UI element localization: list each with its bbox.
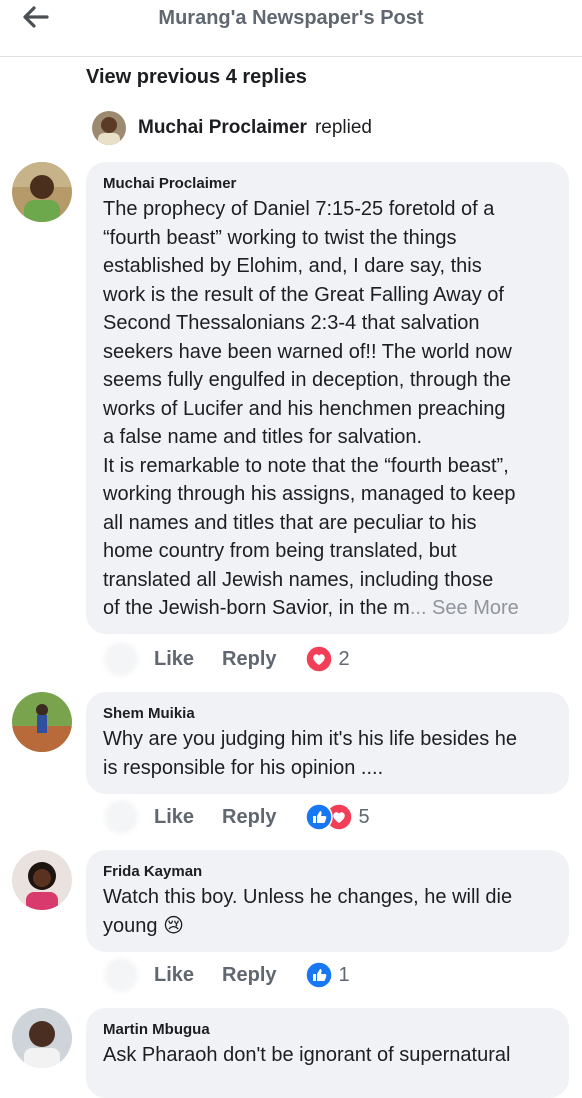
like-button[interactable]: Like (154, 648, 194, 671)
reaction-count: 2 (338, 647, 350, 670)
reply-button[interactable]: Reply (222, 806, 276, 829)
like-love-reactions-icon (304, 803, 353, 831)
comment-line-last: of the Jewish-born Savior, in the m... S… (103, 594, 552, 623)
comment-text: Why are you judging him it's his life be… (103, 725, 552, 782)
comment-text: The prophecy of Daniel 7:15-25 foretold … (103, 195, 552, 623)
comment-actions: Like Reply 5 (104, 800, 370, 834)
reply-button[interactable]: Reply (222, 648, 276, 671)
comment-line: seems fully engulfed in deception, throu… (103, 369, 512, 391)
comment-line: all names and titles that are peculiar t… (103, 511, 477, 534)
like-button[interactable]: Like (154, 964, 194, 987)
love-reaction-icon (304, 645, 333, 673)
comment-line: is responsible for his opinion .... (103, 756, 384, 779)
blurred-avatar (104, 642, 138, 676)
comment-line: The prophecy of Daniel 7:15-25 foretold … (103, 198, 495, 220)
comment-line: home country from being translated, but (103, 540, 457, 562)
comment-author[interactable]: Martin Mbugua (103, 1020, 552, 1040)
avatar[interactable] (12, 850, 72, 910)
comment-text: Watch this boy. Unless he changes, he wi… (103, 883, 552, 940)
comment-actions: Like Reply 2 (104, 642, 350, 676)
comment-author[interactable]: Muchai Proclaimer (103, 174, 552, 194)
view-previous-replies-link[interactable]: View previous 4 replies (86, 66, 307, 89)
blurred-avatar (104, 958, 138, 992)
comment-line-text: of the Jewish-born Savior, in the m (103, 597, 410, 619)
avatar[interactable] (12, 1008, 72, 1068)
comment-line: seekers have been warned of!! The world … (103, 340, 512, 363)
comment-line: Watch this boy. Unless he changes, he wi… (103, 886, 513, 908)
avatar[interactable] (12, 162, 72, 222)
see-more-link[interactable]: ... See More (410, 597, 519, 619)
reaction-count: 5 (358, 805, 370, 828)
comment-bubble: Martin Mbugua Ask Pharaoh don't be ignor… (86, 1008, 569, 1098)
reactions-summary[interactable]: 5 (304, 803, 370, 831)
reply-summary-verb: replied (314, 117, 372, 138)
like-reaction-icon (304, 961, 333, 989)
reply-summary[interactable]: Muchai Proclaimer replied (92, 110, 372, 146)
comment-line: Why are you judging him it's his life be… (103, 728, 518, 750)
page-title: Murang'a Newspaper's Post (158, 7, 424, 29)
reactions-summary[interactable]: 2 (304, 645, 350, 673)
comment-author[interactable]: Shem Muikia (103, 704, 552, 724)
avatar (92, 111, 126, 145)
comment-line: established by Elohim, and, I dare say, … (103, 255, 482, 277)
comment-line: work is the result of the Great Falling … (103, 283, 504, 306)
comment-bubble: Muchai Proclaimer The prophecy of Daniel… (86, 162, 569, 634)
blurred-avatar (104, 800, 138, 834)
comment-line: Ask Pharaoh don't be ignorant of superna… (103, 1044, 511, 1066)
comment-bubble: Shem Muikia Why are you judging him it's… (86, 692, 569, 794)
top-bar: Murang'a Newspaper's Post (0, 0, 582, 57)
comment-line: a false name and titles for salvation. (103, 426, 423, 448)
crying-face-emoji: 😢 (163, 914, 184, 937)
comment-line: translated all Jewish names, including t… (103, 568, 494, 591)
comment-line: working through his assigns, managed to … (103, 483, 516, 505)
comment-actions: Like Reply 1 (104, 958, 350, 992)
reply-button[interactable]: Reply (222, 964, 276, 987)
comment-line: It is remarkable to note that the “fourt… (103, 454, 509, 477)
comment-line-text: young (103, 914, 158, 937)
comment-line: works of Lucifer and his henchmen preach… (103, 397, 506, 420)
comment-line: “fourth beast” working to twist the thin… (103, 226, 457, 249)
comment-author[interactable]: Frida Kayman (103, 862, 552, 882)
reply-summary-name[interactable]: Muchai Proclaimer (138, 117, 307, 139)
comment-text: Ask Pharaoh don't be ignorant of superna… (103, 1041, 552, 1070)
avatar[interactable] (12, 692, 72, 752)
reaction-count: 1 (338, 963, 350, 986)
like-button[interactable]: Like (154, 806, 194, 829)
comment-bubble: Frida Kayman Watch this boy. Unless he c… (86, 850, 569, 952)
comment-line: Second Thessalonians 2:3-4 that salvatio… (103, 312, 480, 334)
comment-line-last: young 😢 (103, 912, 552, 941)
reactions-summary[interactable]: 1 (304, 961, 350, 989)
